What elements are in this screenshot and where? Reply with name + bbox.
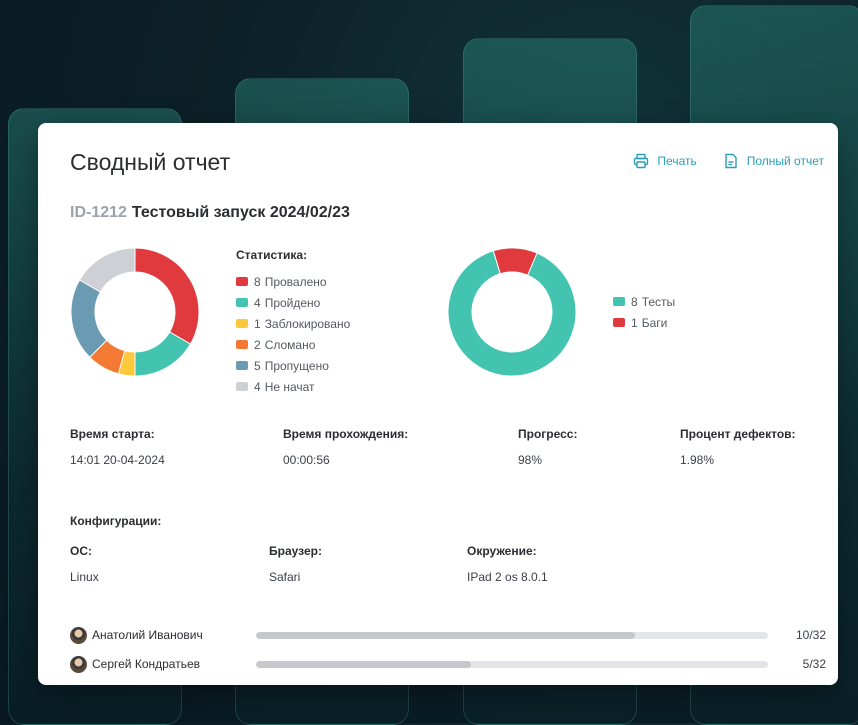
os-value: Linux [70,570,99,584]
full-report-label: Полный отчет [746,154,824,168]
legend-count: 5 [254,358,261,373]
user-progress-fill [256,660,472,668]
user-progress-row: Сергей Кондратьев 5/32 [70,654,826,674]
legend-label: Пропущено [264,358,329,373]
run-id: ID-1212 [70,204,127,221]
progress-block: Прогресс: 98% [518,427,577,467]
browser-value: Safari [269,570,301,584]
configurations-title: Конфигурации: [70,514,162,528]
environment-value: IPad 2 os 8.0.1 [467,570,548,584]
defects-label: Процент дефектов: [680,427,796,441]
start-time-label: Время старта: [70,427,155,441]
statistics-title: Статистика: [236,248,308,262]
progress-value: 98% [518,453,543,467]
legend-count: 1 [254,316,261,331]
report-actions: Печать Полный отчет [633,153,824,169]
os-block: ОС: Linux [70,544,99,584]
legend-swatch [236,361,248,370]
environment-block: Окружение: IPad 2 os 8.0.1 [467,544,548,584]
legend-label: Не начат [264,379,315,394]
statistics-legend-row: 8 Провалено [236,271,350,292]
progress-label: Прогресс: [518,427,578,441]
statistics-legend: Статистика: 8 Провалено 4 Пройдено 1 Заблокир… [236,248,350,397]
legend-count: 4 [254,295,261,310]
legend-label: Пройдено [264,295,321,310]
summary-report-card: Сводный отчет Печать Полный отчет ID-121… [38,123,838,685]
statistics-legend-row: 2 Сломано [236,334,350,355]
duration-label: Время прохождения: [283,427,409,441]
print-button[interactable]: Печать [633,153,697,169]
user-progress-fill [256,631,635,639]
user-test-count: 5/32 [802,657,826,671]
browser-block: Браузер: Safari [269,544,322,584]
statistics-legend-row: 4 Пройдено [236,292,350,313]
legend-swatch [613,318,625,327]
document-icon [725,153,737,169]
user-progress-row: Анатолий Иванович 10/32 [70,625,826,645]
os-label: ОС: [70,544,92,558]
user-name: Анатолий Иванович [92,628,203,642]
duration-block: Время прохождения: 00:00:56 [283,427,408,467]
legend-swatch [236,277,248,286]
full-report-button[interactable]: Полный отчет [723,153,824,169]
legend-label: Заблокировано [264,316,351,331]
tests-legend-row: 8 Тесты [613,291,675,312]
legend-count: 8 [631,294,638,309]
printer-icon [634,153,649,169]
legend-count: 2 [254,337,261,352]
tests-bugs-legend: 8 Тесты 1 Баги [613,291,675,333]
user-progress-bar [256,660,768,668]
tests-bugs-donut-chart [447,247,577,377]
legend-count: 1 [631,315,638,330]
user-progress-bar [256,631,768,639]
avatar [70,655,87,673]
legend-swatch [613,297,625,306]
run-name: Тестовый запуск 2024/02/23 [131,204,350,221]
legend-swatch [236,340,248,349]
legend-label: Провалено [264,274,327,289]
duration-value: 00:00:56 [283,453,330,467]
legend-count: 4 [254,379,261,394]
user-name: Сергей Кондратьев [92,657,201,671]
statistics-legend-row: 5 Пропущено [236,355,350,376]
environment-label: Окружение: [467,544,537,558]
test-run-heading: ID-1212 Тестовый запуск 2024/02/23 [70,204,350,222]
status-donut-chart [70,247,200,377]
legend-swatch [236,382,248,391]
legend-swatch [236,319,248,328]
legend-count: 8 [254,274,261,289]
print-label: Печать [657,154,697,168]
defects-block: Процент дефектов: 1.98% [680,427,796,467]
defects-value: 1.98% [680,453,715,467]
status-slice [134,247,200,345]
tests-legend-row: 1 Баги [613,312,675,333]
page-title: Сводный отчет [70,149,231,175]
legend-label: Баги [641,315,668,330]
browser-label: Браузер: [269,544,322,558]
legend-label: Тесты [641,294,676,309]
legend-swatch [236,298,248,307]
avatar [70,626,87,644]
user-test-count: 10/32 [795,628,826,642]
start-time-block: Время старта: 14:01 20-04-2024 [70,427,165,467]
start-time-value: 14:01 20-04-2024 [70,453,165,467]
statistics-legend-row: 1 Заблокировано [236,313,350,334]
statistics-legend-row: 4 Не начат [236,376,350,397]
status-slice [70,279,108,358]
legend-label: Сломано [264,337,316,352]
